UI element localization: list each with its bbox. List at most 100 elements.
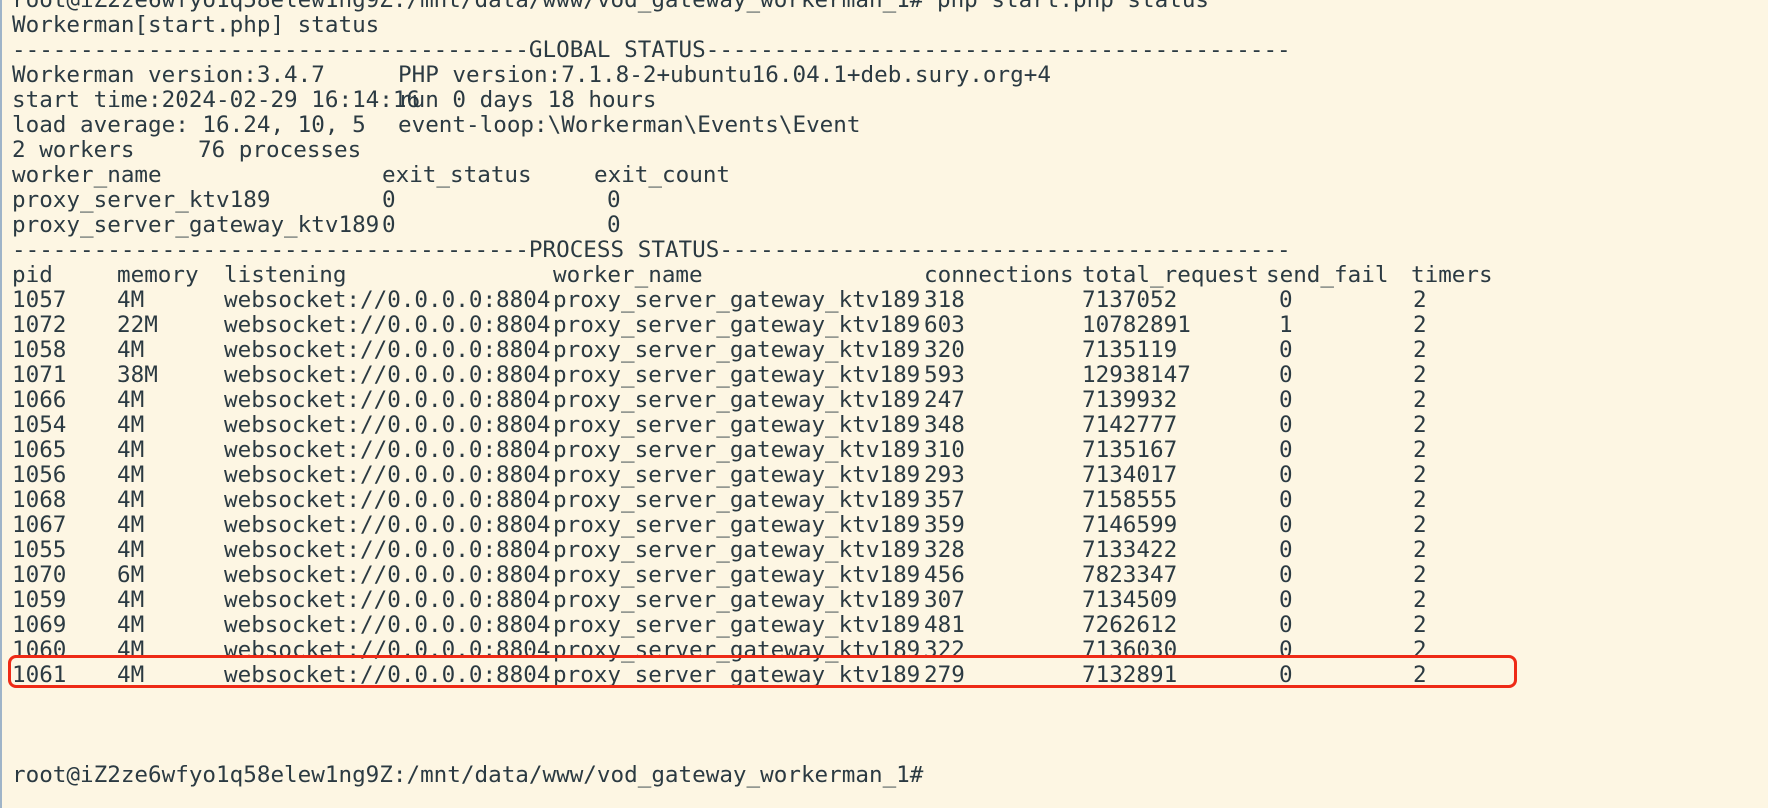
cell-memory: 4M — [117, 287, 145, 313]
cell-send-fail: 0 — [1279, 512, 1293, 538]
process-table-row: 1069 4M websocket://0.0.0.0:8804 proxy_serv… — [12, 611, 1712, 639]
cell-connections: 318 — [924, 287, 965, 313]
cell-worker-name: proxy_server_gateway_ktv189 — [553, 587, 921, 613]
terminal-window[interactable]: root@iZ2ze6wfyo1q58elew1ng9Z:/mnt/data/w… — [0, 0, 1768, 808]
cell-memory: 4M — [117, 587, 145, 613]
cell-worker-name: proxy_server_gateway_ktv189 — [553, 337, 921, 363]
cell-worker-name: proxy_server_gateway_ktv189 — [553, 312, 921, 338]
cell-connections: 247 — [924, 387, 965, 413]
cell-send-fail: 0 — [1279, 387, 1293, 413]
cell-timers: 2 — [1413, 287, 1427, 313]
header-send-fail: send_fail — [1266, 262, 1389, 288]
shell-prompt[interactable]: root@iZ2ze6wfyo1q58elew1ng9Z:/mnt/data/w… — [12, 761, 923, 789]
cell-timers: 2 — [1413, 612, 1427, 638]
process-table-row: 1072 22M websocket://0.0.0.0:8804 proxy_ser… — [12, 311, 1712, 339]
cell-total-request: 10782891 — [1082, 312, 1191, 338]
cell-send-fail: 0 — [1279, 487, 1293, 513]
cell-listening: websocket://0.0.0.0:8804 — [224, 437, 551, 463]
header-worker-name: worker_name — [553, 262, 703, 288]
global-row-time: start time:2024-02-29 16:14:16 run 0 day… — [12, 86, 1712, 114]
cell-memory: 6M — [117, 562, 145, 588]
cell-total-request: 7262612 — [1082, 612, 1178, 638]
process-table-row: 1065 4M websocket://0.0.0.0:8804 proxy_serv… — [12, 436, 1712, 464]
cell-timers: 2 — [1413, 512, 1427, 538]
cell-worker-name: proxy_server_gateway_ktv189 — [553, 612, 921, 638]
php-version: PHP version:7.1.8-2+ubuntu16.04.1+deb.su… — [398, 62, 1051, 88]
cell-worker-name: proxy_server_gateway_ktv189 — [553, 287, 921, 313]
cell-timers: 2 — [1413, 337, 1427, 363]
cell-listening: websocket://0.0.0.0:8804 — [224, 287, 551, 313]
process-table-row: 1070 6M websocket://0.0.0.0:8804 proxy_serv… — [12, 561, 1712, 589]
processes-count: 76 processes — [198, 137, 362, 163]
cell-listening: websocket://0.0.0.0:8804 — [224, 462, 551, 488]
cell-listening: websocket://0.0.0.0:8804 — [224, 337, 551, 363]
header-total-request: total_request — [1082, 262, 1259, 288]
header-memory: memory — [117, 262, 199, 288]
cell-total-request: 7142777 — [1082, 412, 1178, 438]
workers-table-header: worker_name exit_status exit_count — [12, 161, 1712, 189]
cell-total-request: 7134017 — [1082, 462, 1178, 488]
cell-pid: 1058 — [12, 337, 67, 363]
cell-send-fail: 0 — [1279, 412, 1293, 438]
cell-connections: 328 — [924, 537, 965, 563]
cell-listening: websocket://0.0.0.0:8804 — [224, 412, 551, 438]
cell-send-fail: 0 — [1279, 362, 1293, 388]
cell-connections: 357 — [924, 487, 965, 513]
cell-listening: websocket://0.0.0.0:8804 — [224, 587, 551, 613]
cell-send-fail: 0 — [1279, 337, 1293, 363]
header-pid: pid — [12, 262, 53, 288]
workers-count: 2 workers — [12, 137, 135, 163]
process-table-row: 1059 4M websocket://0.0.0.0:8804 proxy_serv… — [12, 586, 1712, 614]
process-table-row: 1067 4M websocket://0.0.0.0:8804 proxy_serv… — [12, 511, 1712, 539]
process-status-separator: --------------------------------------PR… — [12, 237, 1291, 263]
cell-listening: websocket://0.0.0.0:8804 — [224, 562, 551, 588]
global-row-version: Workerman version:3.4.7 PHP version:7.1.… — [12, 61, 1712, 89]
cell-memory: 4M — [117, 487, 145, 513]
cell-pid: 1066 — [12, 387, 67, 413]
cell-listening: websocket://0.0.0.0:8804 — [224, 612, 551, 638]
cell-connections: 481 — [924, 612, 965, 638]
cell-pid: 1055 — [12, 537, 67, 563]
cell-connections: 593 — [924, 362, 965, 388]
header-exit-count: exit_count — [594, 162, 731, 188]
cell-total-request: 7134509 — [1082, 587, 1178, 613]
cell-memory: 4M — [117, 387, 145, 413]
cell-timers: 2 — [1413, 487, 1427, 513]
cell-worker-name: proxy_server_gateway_ktv189 — [553, 512, 921, 538]
cell-send-fail: 0 — [1279, 612, 1293, 638]
process-table-header: pid memory listening worker_name connections… — [12, 261, 1712, 289]
cell-timers: 2 — [1413, 412, 1427, 438]
cell-total-request: 7135119 — [1082, 337, 1178, 363]
cell-send-fail: 1 — [1279, 312, 1293, 338]
cell-pid: 1068 — [12, 487, 67, 513]
cell-timers: 2 — [1413, 462, 1427, 488]
global-status-separator: --------------------------------------GL… — [12, 37, 1291, 63]
cell-pid: 1054 — [12, 412, 67, 438]
cell-send-fail: 0 — [1279, 287, 1293, 313]
run-time: run 0 days 18 hours — [398, 87, 657, 113]
cell-pid: 1067 — [12, 512, 67, 538]
cell-send-fail: 0 — [1279, 537, 1293, 563]
load-average: load average: 16.24, 10, 5 — [12, 112, 366, 138]
cell-memory: 22M — [117, 312, 158, 338]
cell-send-fail: 0 — [1279, 462, 1293, 488]
cell-exit-count: 0 — [607, 212, 621, 238]
cell-pid: 1070 — [12, 562, 67, 588]
cell-worker-name: proxy_server_gateway_ktv189 — [553, 387, 921, 413]
header-exit-status: exit_status — [382, 162, 532, 188]
process-table-row: 1056 4M websocket://0.0.0.0:8804 proxy_serv… — [12, 461, 1712, 489]
cell-memory: 4M — [117, 437, 145, 463]
cell-timers: 2 — [1413, 587, 1427, 613]
cell-exit-status: 0 — [382, 212, 396, 238]
process-table-row: 1071 38M websocket://0.0.0.0:8804 proxy_ser… — [12, 361, 1712, 389]
cell-total-request: 7823347 — [1082, 562, 1178, 588]
cell-listening: websocket://0.0.0.0:8804 — [224, 512, 551, 538]
process-table-row: 1055 4M websocket://0.0.0.0:8804 proxy_serv… — [12, 536, 1712, 564]
cell-timers: 2 — [1413, 562, 1427, 588]
cell-worker-name: proxy_server_gateway_ktv189 — [553, 462, 921, 488]
cell-total-request: 7135167 — [1082, 437, 1178, 463]
header-listening: listening — [224, 262, 347, 288]
cell-worker-name: proxy_server_gateway_ktv189 — [12, 212, 380, 238]
cell-pid: 1065 — [12, 437, 67, 463]
cell-listening: websocket://0.0.0.0:8804 — [224, 312, 551, 338]
